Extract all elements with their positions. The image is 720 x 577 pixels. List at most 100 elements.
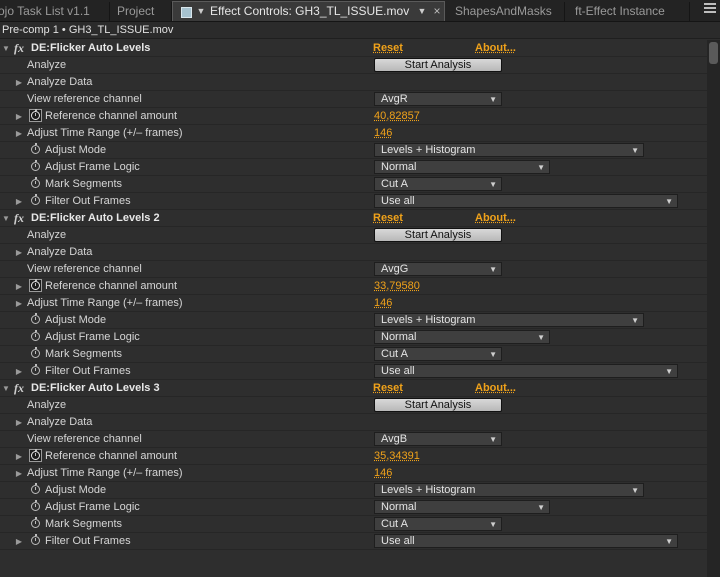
about-link[interactable]: About... <box>475 380 516 397</box>
vertical-scrollbar[interactable] <box>707 40 720 577</box>
filter-frames-dropdown[interactable]: Use all ▼ <box>374 364 678 378</box>
reset-link[interactable]: Reset <box>373 210 403 227</box>
stopwatch-icon[interactable] <box>31 143 40 154</box>
tab-label: Effect Controls: GH3_TL_ISSUE.mov <box>210 4 410 18</box>
tab-effect-controls[interactable]: ▼ Effect Controls: GH3_TL_ISSUE.mov ▼ × <box>172 1 445 21</box>
fx-icon[interactable]: fx <box>14 40 24 57</box>
twirl-collapsed-icon[interactable]: ▶ <box>14 414 24 431</box>
twirl-collapsed-icon[interactable]: ▶ <box>14 125 24 142</box>
param-row-frame-logic: Adjust Frame Logic Normal ▼ <box>0 159 707 176</box>
keyframe-toggle[interactable] <box>29 109 42 122</box>
twirl-collapsed-icon[interactable]: ▶ <box>14 448 24 465</box>
param-label: View reference channel <box>27 93 142 105</box>
panel-menu-icon[interactable] <box>704 3 716 15</box>
stopwatch-icon[interactable] <box>31 313 40 324</box>
chevron-down-icon[interactable]: ▼ <box>416 2 428 20</box>
frame-logic-dropdown[interactable]: Normal ▼ <box>374 160 550 174</box>
stopwatch-icon[interactable] <box>31 517 40 528</box>
param-row-time-range: ▶ Adjust Time Range (+/– frames) 146 <box>0 295 707 312</box>
keyframe-toggle[interactable] <box>29 279 42 292</box>
adjust-mode-dropdown[interactable]: Levels + Histogram ▼ <box>374 143 644 157</box>
effect-header[interactable]: ▼ fx DE:Flicker Auto Levels 2 Reset Abou… <box>0 210 707 227</box>
param-row-analyze-data: ▶ Analyze Data <box>0 74 707 91</box>
twirl-collapsed-icon[interactable]: ▶ <box>14 193 24 210</box>
reset-link[interactable]: Reset <box>373 380 403 397</box>
dropdown-value: Cut A <box>381 178 408 190</box>
twirl-collapsed-icon[interactable]: ▶ <box>14 363 24 380</box>
dropdown-value: Cut A <box>381 518 408 530</box>
view-reference-dropdown[interactable]: AvgG ▼ <box>374 262 502 276</box>
frame-logic-dropdown[interactable]: Normal ▼ <box>374 330 550 344</box>
adjust-mode-dropdown[interactable]: Levels + Histogram ▼ <box>374 313 644 327</box>
param-row-analyze-data: ▶ Analyze Data <box>0 414 707 431</box>
adjust-mode-dropdown[interactable]: Levels + Histogram ▼ <box>374 483 644 497</box>
stopwatch-icon[interactable] <box>31 330 40 341</box>
start-analysis-button[interactable]: Start Analysis <box>374 398 502 412</box>
time-range-value[interactable]: 146 <box>374 465 392 482</box>
close-icon[interactable]: × <box>431 2 443 20</box>
stopwatch-icon[interactable] <box>31 534 40 545</box>
twirl-expanded-icon[interactable]: ▼ <box>1 210 11 227</box>
start-analysis-button[interactable]: Start Analysis <box>374 58 502 72</box>
filter-frames-dropdown[interactable]: Use all ▼ <box>374 194 678 208</box>
twirl-expanded-icon[interactable]: ▼ <box>1 40 11 57</box>
stopwatch-icon[interactable] <box>31 194 40 205</box>
stopwatch-icon[interactable] <box>31 483 40 494</box>
effect-header[interactable]: ▼ fx DE:Flicker Auto Levels Reset About.… <box>0 40 707 57</box>
ref-amount-value[interactable]: 33,79580 <box>374 278 420 295</box>
mark-segments-dropdown[interactable]: Cut A ▼ <box>374 177 502 191</box>
stopwatch-icon[interactable] <box>31 364 40 375</box>
twirl-collapsed-icon[interactable]: ▶ <box>14 533 24 550</box>
reset-link[interactable]: Reset <box>373 40 403 57</box>
stopwatch-icon[interactable] <box>31 177 40 188</box>
time-range-value[interactable]: 146 <box>374 125 392 142</box>
tab-project[interactable]: Project <box>110 2 172 21</box>
mark-segments-dropdown[interactable]: Cut A ▼ <box>374 347 502 361</box>
frame-logic-dropdown[interactable]: Normal ▼ <box>374 500 550 514</box>
tab-ft-effect-instance[interactable]: ft-Effect Instance <box>565 2 690 21</box>
start-analysis-button[interactable]: Start Analysis <box>374 228 502 242</box>
panel-lock-icon[interactable] <box>181 7 192 18</box>
chevron-down-icon: ▼ <box>631 486 639 495</box>
ref-amount-value[interactable]: 40,82857 <box>374 108 420 125</box>
tab-shapes-and-masks[interactable]: ShapesAndMasks <box>445 2 565 21</box>
twirl-collapsed-icon[interactable]: ▶ <box>14 108 24 125</box>
view-reference-dropdown[interactable]: AvgB ▼ <box>374 432 502 446</box>
twirl-collapsed-icon[interactable]: ▶ <box>14 74 24 91</box>
twirl-collapsed-icon[interactable]: ▶ <box>14 295 24 312</box>
fx-icon[interactable]: fx <box>14 210 24 227</box>
param-label: Mark Segments <box>45 348 123 360</box>
twirl-expanded-icon[interactable]: ▼ <box>1 380 11 397</box>
time-range-value[interactable]: 146 <box>374 295 392 312</box>
about-link[interactable]: About... <box>475 210 516 227</box>
chevron-down-icon: ▼ <box>489 95 497 104</box>
param-row-ref-amount: ▶ Reference channel amount 40,82857 <box>0 108 707 125</box>
breadcrumb: Pre-comp 1 • GH3_TL_ISSUE.mov <box>0 22 720 39</box>
twirl-collapsed-icon[interactable]: ▶ <box>14 465 24 482</box>
twirl-collapsed-icon[interactable]: ▶ <box>14 278 24 295</box>
param-label: Adjust Mode <box>45 144 107 156</box>
mark-segments-dropdown[interactable]: Cut A ▼ <box>374 517 502 531</box>
param-label: Adjust Mode <box>45 484 107 496</box>
fx-icon[interactable]: fx <box>14 380 24 397</box>
param-row-mark-segments: Mark Segments Cut A ▼ <box>0 176 707 193</box>
stopwatch-icon[interactable] <box>31 160 40 171</box>
view-reference-dropdown[interactable]: AvgR ▼ <box>374 92 502 106</box>
effect-header[interactable]: ▼ fx DE:Flicker Auto Levels 3 Reset Abou… <box>0 380 707 397</box>
chevron-down-icon[interactable]: ▼ <box>195 2 207 20</box>
ref-amount-value[interactable]: 35,34391 <box>374 448 420 465</box>
stopwatch-icon[interactable] <box>31 347 40 358</box>
param-row-adjust-mode: Adjust Mode Levels + Histogram ▼ <box>0 482 707 499</box>
about-link[interactable]: About... <box>475 40 516 57</box>
keyframe-toggle[interactable] <box>29 449 42 462</box>
param-row-view-reference: View reference channel AvgB ▼ <box>0 431 707 448</box>
panel-tab-bar: ojo Task List v1.1 Project ▼ Effect Cont… <box>0 0 720 22</box>
stopwatch-icon[interactable] <box>31 500 40 511</box>
filter-frames-dropdown[interactable]: Use all ▼ <box>374 534 678 548</box>
effect-group: ▼ fx DE:Flicker Auto Levels Reset About.… <box>0 40 707 210</box>
scrollbar-thumb[interactable] <box>709 42 718 64</box>
param-row-analyze: Analyze Start Analysis <box>0 397 707 414</box>
twirl-collapsed-icon[interactable]: ▶ <box>14 244 24 261</box>
param-label: Reference channel amount <box>45 280 178 292</box>
tab-task-list[interactable]: ojo Task List v1.1 <box>0 2 110 21</box>
